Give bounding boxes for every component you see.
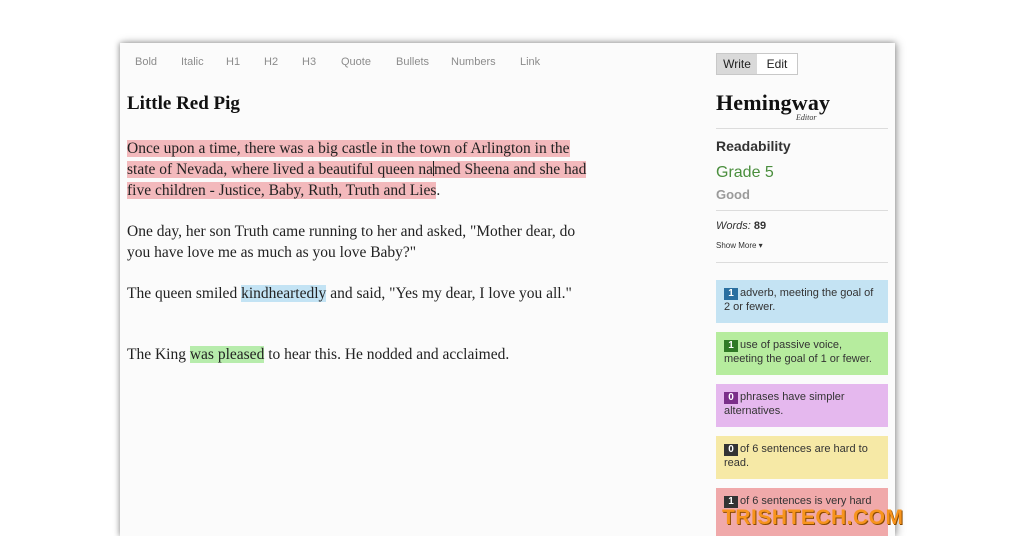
passive-voice-highlight: was pleased (189, 346, 265, 363)
adverb-count-badge: 1 (724, 288, 738, 300)
divider (716, 262, 888, 263)
passive-count-badge: 1 (724, 340, 738, 352)
paragraph-3[interactable]: The queen smiled kindheartedly and said,… (127, 284, 597, 305)
hard-count-badge: 0 (724, 444, 738, 456)
adverb-card: 1 adverb, meeting the goal of 2 or fewer. (716, 280, 888, 323)
phrases-card: 0 phrases have simpler alternatives. (716, 384, 888, 427)
word-count: Words: 89 (716, 220, 766, 232)
adverb-card-text: adverb, meeting the goal of 2 or fewer. (724, 287, 874, 313)
show-more-toggle[interactable]: Show More ▾ (716, 241, 763, 250)
document-title[interactable]: Little Red Pig (127, 93, 240, 115)
hard-card-text: of 6 sentences are hard to read. (724, 443, 868, 469)
h2-button[interactable]: H2 (264, 56, 278, 68)
hard-sentences-card: 0 of 6 sentences are hard to read. (716, 436, 888, 479)
edit-mode-button[interactable]: Edit (757, 54, 797, 74)
mode-toggle: Write Edit (716, 53, 798, 75)
h3-button[interactable]: H3 (302, 56, 316, 68)
phrases-card-text: phrases have simpler alternatives. (724, 391, 845, 417)
hemingway-editor-window: Bold Italic H1 H2 H3 Quote Bullets Numbe… (120, 43, 895, 536)
divider (716, 210, 888, 211)
paragraph-1[interactable]: Once upon a time, there was a big castle… (127, 139, 597, 201)
site-watermark: TRISHTECH.COM (722, 506, 904, 529)
divider (716, 128, 888, 129)
word-count-value: 89 (753, 220, 767, 232)
adverb-highlight: kindheartedly (241, 285, 327, 302)
phrases-count-badge: 0 (724, 392, 738, 404)
bullets-button[interactable]: Bullets (396, 56, 429, 68)
italic-button[interactable]: Italic (181, 56, 204, 68)
grade-description: Good (716, 187, 750, 202)
grade-level: Grade 5 (716, 164, 774, 181)
link-button[interactable]: Link (520, 56, 540, 68)
quote-button[interactable]: Quote (341, 56, 371, 68)
passive-card-text: use of passive voice, meeting the goal o… (724, 339, 872, 365)
bold-button[interactable]: Bold (135, 56, 157, 68)
h1-button[interactable]: H1 (226, 56, 240, 68)
numbers-button[interactable]: Numbers (451, 56, 496, 68)
readability-label: Readability (716, 138, 791, 154)
paragraph-4[interactable]: The King was pleased to hear this. He no… (127, 345, 597, 366)
very-hard-sentence-highlight: Once upon a time, there was a big castle… (127, 140, 587, 199)
format-toolbar: Bold Italic H1 H2 H3 Quote Bullets Numbe… (120, 43, 700, 83)
sidebar: Write Edit Hemingway Editor Readability … (716, 43, 888, 536)
passive-voice-card: 1 use of passive voice, meeting the goal … (716, 332, 888, 375)
word-count-label: Words: (716, 220, 751, 232)
logo-subtitle: Editor (796, 113, 817, 122)
paragraph-2[interactable]: One day, her son Truth came running to h… (127, 222, 597, 264)
write-mode-button[interactable]: Write (717, 54, 757, 74)
